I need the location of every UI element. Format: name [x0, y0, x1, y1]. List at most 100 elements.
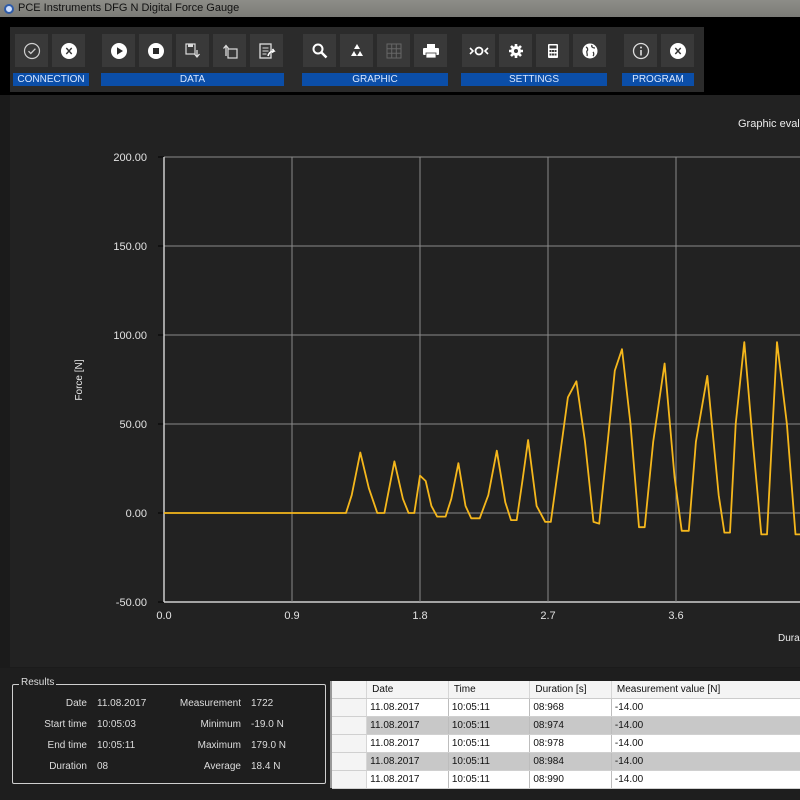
- title-bar: PCE Instruments DFG N Digital Force Gaug…: [0, 0, 800, 17]
- measurement-cell[interactable]: -14.00: [611, 770, 800, 789]
- disconnect-button[interactable]: [52, 34, 85, 67]
- time-cell[interactable]: 10:05:11: [448, 734, 531, 753]
- y-tick-label: 50.00: [119, 419, 147, 431]
- row-header-corner: [332, 681, 368, 699]
- group-label-settings: SETTINGS: [461, 73, 607, 86]
- column-header-duration[interactable]: Duration [s]: [529, 681, 612, 699]
- save-button[interactable]: [176, 34, 209, 67]
- recycle-icon: [350, 43, 363, 56]
- x-tick-label: 0.0: [156, 610, 171, 622]
- chart-title: Graphic evalu: [738, 118, 800, 130]
- check-circle-icon: [23, 42, 40, 59]
- results-groupbox: Results Date 11.08.2017 Start time 10:05…: [12, 677, 326, 784]
- row-header[interactable]: [332, 770, 368, 789]
- export-button[interactable]: [250, 34, 283, 67]
- tare-icon: [468, 46, 489, 55]
- printer-icon: [422, 43, 439, 58]
- date-cell[interactable]: 11.08.2017: [366, 752, 449, 771]
- maximum-value: 179.0 N: [251, 740, 287, 751]
- y-tick-label: 150.00: [113, 241, 147, 253]
- end-time-value: 10:05:11: [97, 740, 136, 751]
- duration-cell[interactable]: 08:978: [529, 734, 612, 753]
- settings-button[interactable]: [499, 34, 532, 67]
- x-tick-label: 0.9: [284, 610, 299, 622]
- app-icon: [4, 3, 14, 14]
- x-circle-icon: [669, 42, 686, 59]
- table-row[interactable]: 11.08.2017 10:05:11 08:990 -14.00: [332, 770, 800, 789]
- column-header-date[interactable]: Date: [366, 681, 449, 699]
- measurement-cell[interactable]: -14.00: [611, 752, 800, 771]
- duration-cell[interactable]: 08:974: [529, 716, 612, 735]
- duration-cell[interactable]: 08:984: [529, 752, 612, 771]
- measurement-table[interactable]: Date Time Duration [s] Measurement value…: [330, 681, 800, 789]
- grid-icon: [386, 43, 401, 58]
- exit-button[interactable]: [661, 34, 694, 67]
- info-button[interactable]: [624, 34, 657, 67]
- row-header[interactable]: [332, 734, 368, 753]
- x-circle-icon: [60, 42, 77, 59]
- grid-button[interactable]: [377, 34, 410, 67]
- group-label-program: PROGRAM: [622, 73, 694, 86]
- column-header-measurement[interactable]: Measurement value [N]: [611, 681, 800, 699]
- time-cell[interactable]: 10:05:11: [448, 698, 531, 717]
- date-cell[interactable]: 11.08.2017: [366, 734, 449, 753]
- results-legend: Results: [19, 677, 57, 688]
- y-tick-label: 0.00: [126, 508, 147, 520]
- measurement-cell[interactable]: -14.00: [611, 734, 800, 753]
- connect-button[interactable]: [15, 34, 48, 67]
- globe-icon: [582, 43, 597, 58]
- y-tick-label: 200.00: [113, 152, 147, 164]
- print-button[interactable]: [414, 34, 447, 67]
- language-button[interactable]: [573, 34, 606, 67]
- time-cell[interactable]: 10:05:11: [448, 716, 531, 735]
- window-title: PCE Instruments DFG N Digital Force Gaug…: [18, 2, 240, 14]
- tare-button[interactable]: [462, 34, 495, 67]
- zoom-button[interactable]: [303, 34, 336, 67]
- column-header-time[interactable]: Time: [448, 681, 531, 699]
- measurement-cell[interactable]: -14.00: [611, 716, 800, 735]
- row-header[interactable]: [332, 698, 368, 717]
- average-label: Average: [203, 761, 241, 772]
- x-tick-label: 3.6: [668, 610, 683, 622]
- group-label-connection: CONNECTION: [13, 73, 89, 86]
- measurement-value: 1722: [251, 698, 274, 709]
- stop-icon: [147, 42, 164, 59]
- x-tick-label: 1.8: [412, 610, 427, 622]
- open-upload-icon: [222, 43, 238, 59]
- table-row[interactable]: 11.08.2017 10:05:11 08:974 -14.00: [332, 716, 800, 735]
- export-report-icon: [258, 42, 276, 59]
- minimum-label: Minimum: [200, 719, 241, 730]
- save-download-icon: [184, 42, 200, 58]
- minimum-value: -19.0 N: [251, 719, 284, 730]
- end-time-label: End time: [47, 740, 87, 751]
- table-row[interactable]: 11.08.2017 10:05:11 08:984 -14.00: [332, 752, 800, 771]
- date-cell[interactable]: 11.08.2017: [366, 770, 449, 789]
- info-icon: [632, 42, 649, 59]
- reset-button[interactable]: [340, 34, 373, 67]
- date-cell[interactable]: 11.08.2017: [366, 716, 449, 735]
- duration-cell[interactable]: 08:968: [529, 698, 612, 717]
- table-row[interactable]: 11.08.2017 10:05:11 08:968 -14.00: [332, 698, 800, 717]
- calculator-icon: [547, 43, 558, 58]
- time-cell[interactable]: 10:05:11: [448, 770, 531, 789]
- duration-label: Duration: [49, 761, 87, 772]
- time-cell[interactable]: 10:05:11: [448, 752, 531, 771]
- y-axis-label: Force [N]: [74, 359, 85, 400]
- date-label: Date: [65, 698, 87, 709]
- date-cell[interactable]: 11.08.2017: [366, 698, 449, 717]
- stop-button[interactable]: [139, 34, 172, 67]
- gear-icon: [508, 43, 523, 58]
- magnifier-icon: [312, 43, 327, 58]
- open-button[interactable]: [213, 34, 246, 67]
- measurement-cell[interactable]: -14.00: [611, 698, 800, 717]
- start-button[interactable]: [102, 34, 135, 67]
- duration-cell[interactable]: 08:990: [529, 770, 612, 789]
- y-tick-label: 100.00: [113, 330, 147, 342]
- row-header[interactable]: [332, 716, 368, 735]
- table-row[interactable]: 11.08.2017 10:05:11 08:978 -14.00: [332, 734, 800, 753]
- row-header[interactable]: [332, 752, 368, 771]
- calculator-button[interactable]: [536, 34, 569, 67]
- group-label-graphic: GRAPHIC: [302, 73, 448, 86]
- table-header-row: Date Time Duration [s] Measurement value…: [332, 681, 800, 699]
- measurement-label: Measurement: [179, 698, 241, 709]
